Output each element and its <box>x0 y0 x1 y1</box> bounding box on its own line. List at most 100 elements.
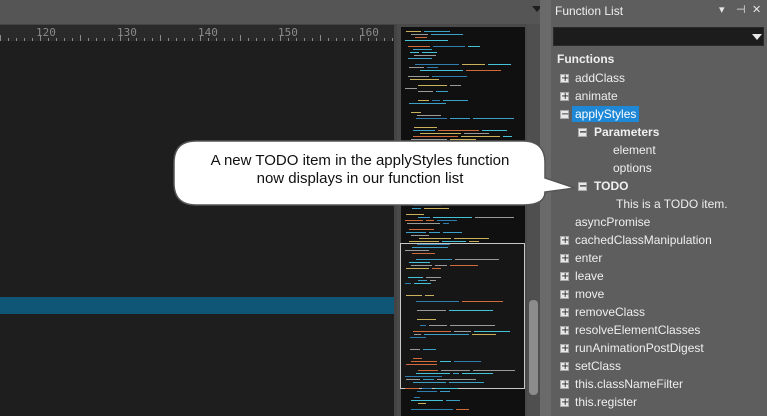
tree-item-addclass[interactable]: + addClass <box>553 70 767 88</box>
tree-item-asyncpromise[interactable]: asyncPromise <box>553 214 767 232</box>
minimap-line <box>435 388 458 389</box>
collapse-icon[interactable]: − <box>578 128 587 138</box>
current-line-highlight <box>0 297 395 314</box>
tree-item-label: move <box>575 287 605 301</box>
minimap-line <box>424 208 449 209</box>
minimap-line <box>416 373 450 374</box>
minimap-line <box>430 280 436 281</box>
tree-item-setclass[interactable]: + setClass <box>553 358 767 376</box>
function-filter-combobox[interactable] <box>553 27 764 46</box>
minimap-line <box>411 361 437 362</box>
minimap-line <box>450 265 478 266</box>
expand-icon[interactable]: + <box>560 74 569 84</box>
minimap-line <box>411 139 447 140</box>
tree-item-move[interactable]: + move <box>553 286 767 304</box>
tree-item-classnamefilter[interactable]: + this.classNameFilter <box>553 376 767 394</box>
minimap-line <box>412 208 421 209</box>
pin-icon[interactable]: ⊣ <box>736 3 746 16</box>
tree-item-label: removeClass <box>575 305 646 319</box>
collapse-icon[interactable]: − <box>560 110 569 120</box>
expand-icon[interactable]: + <box>560 236 569 246</box>
minimap-line <box>417 196 459 197</box>
expand-icon[interactable]: + <box>560 92 569 102</box>
collapse-icon[interactable]: − <box>578 182 587 192</box>
minimap-line <box>418 370 438 371</box>
minimap-line <box>413 130 435 131</box>
tree-item-label: setClass <box>575 359 622 373</box>
minimap-line <box>446 193 476 194</box>
minimap-line <box>406 214 424 215</box>
close-icon[interactable]: ✕ <box>752 3 761 16</box>
tree-item-element[interactable]: element <box>553 142 767 160</box>
minimap-line <box>420 70 463 71</box>
expand-icon[interactable]: + <box>560 326 569 336</box>
chevron-down-icon[interactable] <box>752 34 762 40</box>
dropdown-icon[interactable]: ▾ <box>719 3 725 16</box>
minimap-line <box>405 250 429 251</box>
tree-item-runanimationpostdigest[interactable]: + runAnimationPostDigest <box>553 340 767 358</box>
minimap-line <box>417 310 446 311</box>
expand-icon[interactable]: + <box>560 344 569 354</box>
minimap-line <box>414 397 420 398</box>
tree-item-label: animate <box>575 89 618 103</box>
tree-item-applystyles[interactable]: − applyStyles <box>553 106 767 124</box>
minimap-line <box>474 331 510 332</box>
callout-text: A new TODO item in the applyStyles funct… <box>174 152 546 188</box>
minimap-line <box>424 31 450 32</box>
minimap-line <box>405 142 425 143</box>
minimap-line <box>409 67 424 68</box>
minimap-line <box>405 88 417 89</box>
minimap-line <box>462 301 503 302</box>
tree-item-resolveelementclasses[interactable]: + resolveElementClasses <box>553 322 767 340</box>
tree-item-parameters[interactable]: − Parameters <box>553 124 767 142</box>
tree-item-label: TODO <box>594 179 629 193</box>
minimap-line <box>406 364 437 365</box>
minimap-line <box>409 262 430 263</box>
minimap-line <box>462 64 485 65</box>
tree-item-label: applyStyles <box>572 106 640 122</box>
minimap-line <box>416 301 459 302</box>
tree-item-options[interactable]: options <box>553 160 767 178</box>
minimap-line <box>413 382 446 383</box>
minimap-line <box>422 388 432 389</box>
minimap-line <box>418 100 429 101</box>
tree-item-animate[interactable]: + animate <box>553 88 767 106</box>
minimap-line <box>418 85 447 86</box>
minimap-line <box>451 202 459 203</box>
expand-icon[interactable]: + <box>560 290 569 300</box>
minimap-line <box>411 400 443 401</box>
tree-item-enter[interactable]: + enter <box>553 250 767 268</box>
minimap-line <box>446 400 460 401</box>
minimap-line <box>411 235 429 236</box>
minimap-line <box>415 64 459 65</box>
minimap-line <box>410 79 439 80</box>
minimap-line <box>441 370 470 371</box>
minimap-line <box>410 190 429 191</box>
minimap-line <box>414 283 431 284</box>
minimap-line <box>454 361 481 362</box>
expand-icon[interactable]: + <box>560 254 569 264</box>
tree-item-removeclass[interactable]: + removeClass <box>553 304 767 322</box>
expand-icon[interactable]: + <box>560 272 569 282</box>
expand-icon[interactable]: + <box>560 398 569 408</box>
panel-splitter[interactable] <box>540 0 551 416</box>
code-editor[interactable] <box>0 41 395 416</box>
minimap-line <box>450 118 470 119</box>
tree-item-todo-text[interactable]: This is a TODO item. <box>553 196 767 214</box>
minimap-line <box>505 196 514 197</box>
minimap-line <box>417 391 437 392</box>
minimap-line <box>405 388 419 389</box>
minimap-line <box>453 373 459 374</box>
tree-item-register[interactable]: + this.register <box>553 394 767 412</box>
minimap-line <box>425 295 434 296</box>
tree-item-cachedclassmanipulation[interactable]: + cachedClassManipulation <box>553 232 767 250</box>
tree-item-leave[interactable]: + leave <box>553 268 767 286</box>
expand-icon[interactable]: + <box>560 362 569 372</box>
expand-icon[interactable]: + <box>560 380 569 390</box>
tree-item-todo[interactable]: − TODO <box>553 178 767 196</box>
minimap-line <box>416 193 443 194</box>
minimap-line <box>423 349 436 350</box>
minimap-line <box>443 223 449 224</box>
expand-icon[interactable]: + <box>560 308 569 318</box>
minimap-scrollbar-thumb[interactable] <box>529 300 538 395</box>
